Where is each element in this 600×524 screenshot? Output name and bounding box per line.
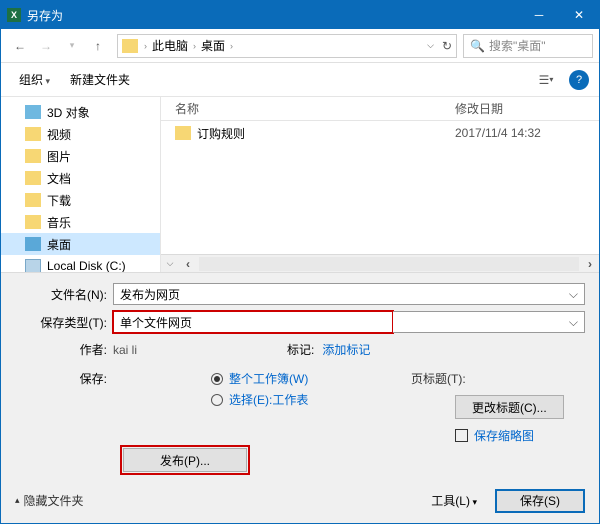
sidebar-item-label: 下载 [47,192,71,209]
close-button[interactable]: ✕ [559,1,599,29]
file-name: 订购规则 [197,125,245,142]
sidebar-item-label: 文档 [47,170,71,187]
file-row[interactable]: 订购规则 2017/11/4 14:32 [161,121,599,145]
file-list-pane: 名称 修改日期 订购规则 2017/11/4 14:32 ⌵ ‹ › [161,97,599,272]
filetype-label: 保存类型(T): [15,314,113,331]
save-scope-label: 保存: [15,370,113,444]
tags-label: 标记: [287,341,322,358]
author-label: 作者: [15,341,113,358]
new-folder-button[interactable]: 新建文件夹 [62,67,138,92]
checkbox-label: 保存缩略图 [474,427,534,444]
up-button[interactable]: ↑ [86,34,110,58]
folder-icon [175,126,191,140]
tools-dropdown[interactable]: 工具(L) [421,488,487,513]
forward-button[interactable]: → [34,34,58,58]
search-placeholder: 搜索"桌面" [489,37,546,54]
dialog-footer: 隐藏文件夹 工具(L) 保存(S) [1,480,599,523]
sidebar-item-cdrive[interactable]: Local Disk (C:) [1,255,160,272]
disk-icon [25,259,41,272]
chevron-right-icon: › [142,41,149,51]
nav-toolbar: ← → ▾ ↑ › 此电脑 › 桌面 › ⌵ ↻ 🔍 搜索"桌面" [1,29,599,63]
scroll-right-icon[interactable]: › [581,257,599,271]
header-date[interactable]: 修改日期 [451,100,599,117]
filetype-select[interactable]: 单个文件网页 [113,311,393,333]
checkbox-icon [455,429,468,442]
nav-sidebar: 3D 对象 视频 图片 文档 下载 音乐 桌面 Local Disk (C:) [1,97,161,272]
radio-dot-icon [211,394,223,406]
change-title-button[interactable]: 更改标题(C)... [455,395,564,419]
sidebar-item-label: 视频 [47,126,71,143]
address-bar[interactable]: › 此电脑 › 桌面 › ⌵ ↻ [117,34,457,58]
excel-app-icon: X [7,8,21,22]
folder-icon [25,193,41,207]
search-input[interactable]: 🔍 搜索"桌面" [463,34,593,58]
sidebar-item-documents[interactable]: 文档 [1,167,160,189]
recent-dropdown[interactable]: ▾ [60,34,84,58]
sidebar-item-label: 3D 对象 [47,104,90,121]
sidebar-item-videos[interactable]: 视频 [1,123,160,145]
page-title-label: 页标题(T): [411,370,466,387]
window-title: 另存为 [27,7,519,24]
titlebar: X 另存为 ─ ✕ [1,1,599,29]
sidebar-item-3d[interactable]: 3D 对象 [1,101,160,123]
view-mode-button[interactable]: ☰ ▾ [533,69,559,91]
file-list-header: 名称 修改日期 [161,97,599,121]
sidebar-item-label: 音乐 [47,214,71,231]
filetype-select-ext[interactable]: ⌵ [393,311,585,333]
sidebar-item-label: Local Disk (C:) [47,259,126,272]
file-browser: 3D 对象 视频 图片 文档 下载 音乐 桌面 Local Disk (C:) … [1,97,599,272]
horizontal-scrollbar[interactable]: ⌵ ‹ › [161,254,599,272]
help-button[interactable]: ? [569,70,589,90]
folder-icon [25,237,41,251]
folder-icon [25,105,41,119]
chevron-right-icon: › [191,41,198,51]
folder-icon [25,127,41,141]
save-as-dialog: X 另存为 ─ ✕ ← → ▾ ↑ › 此电脑 › 桌面 › ⌵ ↻ 🔍 搜索"… [0,0,600,524]
radio-label: 选择(E):工作表 [229,391,308,408]
sidebar-collapse-icon[interactable]: ⌵ [161,258,179,269]
search-icon: 🔍 [470,39,485,53]
address-refresh-icon[interactable]: ↻ [442,39,452,53]
folder-icon [25,149,41,163]
breadcrumb-pc[interactable]: 此电脑 [149,37,191,54]
scroll-track[interactable] [199,257,579,271]
sidebar-item-desktop[interactable]: 桌面 [1,233,160,255]
sidebar-item-music[interactable]: 音乐 [1,211,160,233]
scroll-left-icon[interactable]: ‹ [179,257,197,271]
radio-selection-sheet[interactable]: 选择(E):工作表 [211,391,411,408]
sidebar-item-downloads[interactable]: 下载 [1,189,160,211]
breadcrumb-desktop[interactable]: 桌面 [198,37,228,54]
filename-label: 文件名(N): [15,286,113,303]
filename-input[interactable]: 发布为网页 [113,283,585,305]
author-value[interactable]: kai li [113,343,137,357]
save-button[interactable]: 保存(S) [495,489,585,513]
radio-entire-workbook[interactable]: 整个工作簿(W) [211,370,411,387]
hide-folders-toggle[interactable]: 隐藏文件夹 [15,492,84,509]
tags-value[interactable]: 添加标记 [322,341,370,358]
save-options-panel: 文件名(N): 发布为网页 保存类型(T): 单个文件网页 ⌵ 作者: kai … [1,272,599,480]
minimize-button[interactable]: ─ [519,1,559,29]
folder-icon [122,39,138,53]
sidebar-item-label: 图片 [47,148,71,165]
command-toolbar: 组织 新建文件夹 ☰ ▾ ? [1,63,599,97]
publish-button[interactable]: 发布(P)... [123,448,247,472]
radio-dot-icon [211,373,223,385]
file-date: 2017/11/4 14:32 [451,126,599,140]
folder-icon [25,171,41,185]
radio-label: 整个工作簿(W) [229,370,308,387]
sidebar-item-label: 桌面 [47,236,71,253]
save-thumbnail-checkbox[interactable]: 保存缩略图 [455,427,585,444]
address-dropdown-icon[interactable]: ⌵ [427,40,434,51]
organize-button[interactable]: 组织 [11,67,58,92]
back-button[interactable]: ← [8,34,32,58]
header-name[interactable]: 名称 [161,100,451,117]
sidebar-item-pictures[interactable]: 图片 [1,145,160,167]
chevron-right-icon: › [228,41,235,51]
folder-icon [25,215,41,229]
